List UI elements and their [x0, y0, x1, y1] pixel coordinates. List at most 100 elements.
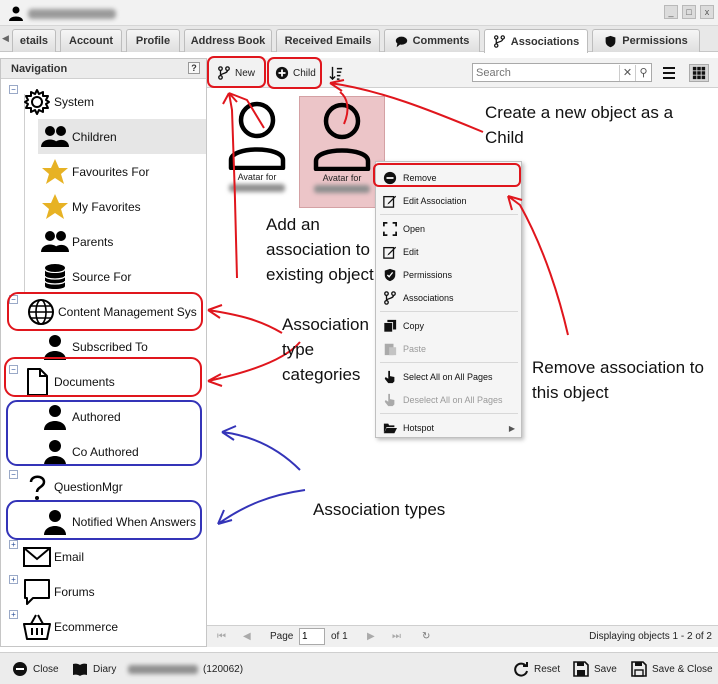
menu-item-select-all[interactable]: Select All on All Pages — [376, 366, 521, 388]
menu-item-associations[interactable]: Associations — [376, 287, 521, 309]
redacted-name — [28, 9, 116, 19]
tree-item-label: Content Management Sys — [58, 304, 197, 319]
refresh-icon[interactable]: ↻ — [422, 631, 430, 642]
close-button[interactable]: Close — [12, 661, 59, 677]
menu-item-copy[interactable]: Copy — [376, 315, 521, 337]
menu-item-remove[interactable]: Remove — [376, 167, 521, 189]
menu-item-open[interactable]: Open — [376, 218, 521, 240]
sort-icon — [329, 66, 343, 80]
expand-toggle[interactable]: + — [9, 610, 18, 619]
tree-item-parents[interactable]: Parents — [38, 224, 206, 259]
tree-item-favourites-for[interactable]: Favourites For — [38, 154, 206, 189]
next-page-icon[interactable]: ▶ — [367, 631, 375, 642]
folder-open-icon — [383, 423, 397, 434]
tree-item-source-for[interactable]: Source For — [38, 259, 206, 294]
tree-item-my-favorites[interactable]: My Favorites — [38, 189, 206, 224]
database-icon — [38, 260, 72, 294]
list-view-button[interactable] — [659, 64, 679, 82]
grid-view-button[interactable] — [689, 64, 709, 82]
tab-permissions[interactable]: Permissions — [592, 29, 700, 52]
tree-item-documents[interactable]: Documents — [20, 364, 206, 399]
menu-item-edit[interactable]: Edit — [376, 241, 521, 263]
user-icon — [38, 435, 72, 469]
tab-comments[interactable]: Comments — [384, 29, 480, 52]
redacted-name — [314, 185, 370, 193]
help-button[interactable]: ? — [188, 62, 200, 74]
collapse-toggle[interactable]: − — [9, 470, 18, 479]
menu-item-edit-association[interactable]: Edit Association — [376, 190, 521, 212]
save-button[interactable]: Save — [573, 661, 617, 677]
reset-button[interactable]: Reset — [513, 661, 560, 677]
tree-item-label: Documents — [54, 374, 115, 389]
button-label: Save — [594, 663, 617, 675]
expand-toggle[interactable]: + — [9, 540, 18, 549]
tab-profile[interactable]: Profile — [126, 29, 180, 52]
submenu-arrow-icon: ▶ — [508, 423, 515, 433]
tree-item-co-authored[interactable]: Co Authored — [38, 434, 206, 469]
annotation-add-association: Add an association to existing object — [266, 215, 374, 284]
star-icon — [38, 155, 72, 189]
tab-label: Permissions — [622, 35, 688, 47]
menu-item-permissions[interactable]: Permissions — [376, 264, 521, 286]
save-close-button[interactable]: Save & Close — [631, 661, 713, 677]
tree-item-authored[interactable]: Authored — [38, 399, 206, 434]
search-input[interactable] — [473, 64, 619, 81]
tab-label: Comments — [412, 35, 470, 47]
association-tile-selected[interactable]: Avatar for — [299, 96, 385, 208]
tab-scroll-left-icon[interactable]: ◀ — [2, 33, 9, 44]
tree-item-label: Subscribed To — [72, 339, 148, 354]
tree-item-ecommerce[interactable]: Ecommerce — [20, 609, 206, 644]
menu-item-hotspot[interactable]: Hotspot ▶ — [376, 417, 521, 439]
menu-item-deselect-all[interactable]: Deselect All on All Pages — [376, 389, 521, 411]
new-association-button[interactable]: New — [213, 62, 259, 84]
sort-button[interactable] — [325, 62, 347, 84]
clear-search-icon[interactable]: ✕ — [619, 64, 635, 81]
last-page-icon[interactable]: ⏭ — [392, 631, 401, 642]
tree-item-label: Email — [54, 549, 85, 564]
prev-page-icon[interactable]: ◀ — [243, 631, 251, 642]
tree-item-questionmgr[interactable]: QuestionMgr — [20, 469, 206, 504]
minimize-button[interactable]: _ — [664, 5, 678, 19]
question-icon — [20, 470, 54, 504]
redacted-name — [128, 664, 198, 674]
page-number-input[interactable] — [299, 628, 325, 645]
list-icon — [663, 67, 675, 79]
tree-item-label: QuestionMgr — [54, 479, 123, 494]
annotation-association-types: Association types — [313, 500, 446, 519]
tab-details[interactable]: etails — [12, 29, 56, 52]
tree-item-children[interactable]: Children — [38, 119, 206, 154]
menu-item-label: Select All on All Pages — [403, 372, 493, 382]
tree-item-content-management[interactable]: Content Management Sys — [24, 294, 206, 329]
tree-item-email[interactable]: Email — [20, 539, 206, 574]
collapse-toggle[interactable]: − — [9, 295, 18, 304]
star-icon — [38, 190, 72, 224]
diary-button[interactable]: Diary — [72, 661, 116, 677]
tree-item-forums[interactable]: Forums — [20, 574, 206, 609]
button-label: Reset — [534, 663, 561, 675]
search-icon[interactable]: ⚲ — [635, 64, 651, 81]
plus-circle-icon — [275, 66, 289, 80]
user-outline-icon — [228, 101, 286, 171]
collapse-toggle[interactable]: − — [9, 365, 18, 374]
first-page-icon[interactable]: ⏮ — [217, 631, 226, 642]
close-window-button[interactable]: x — [700, 5, 714, 19]
tree-item-subscribed-to[interactable]: Subscribed To — [38, 329, 206, 364]
new-child-button[interactable]: Child — [271, 62, 320, 84]
tab-received-emails[interactable]: Received Emails — [276, 29, 380, 52]
tab-label: Associations — [510, 35, 580, 48]
tab-associations[interactable]: Associations — [484, 29, 588, 53]
menu-item-paste[interactable]: Paste — [376, 338, 521, 360]
tree-item-system[interactable]: System — [20, 84, 225, 119]
expand-icon — [383, 222, 397, 236]
tab-account[interactable]: Account — [60, 29, 122, 52]
association-tile[interactable]: Avatar for — [214, 96, 300, 208]
expand-toggle[interactable]: + — [9, 575, 18, 584]
maximize-button[interactable]: □ — [682, 5, 696, 19]
branch-icon — [218, 66, 230, 80]
tab-address-book[interactable]: Address Book — [184, 29, 272, 52]
tab-label: Profile — [135, 35, 171, 47]
users-icon — [38, 225, 72, 259]
tree-item-notified-when-answers[interactable]: Notified When Answers — [38, 504, 206, 539]
collapse-toggle[interactable]: − — [9, 85, 18, 94]
menu-item-label: Paste — [403, 344, 427, 354]
